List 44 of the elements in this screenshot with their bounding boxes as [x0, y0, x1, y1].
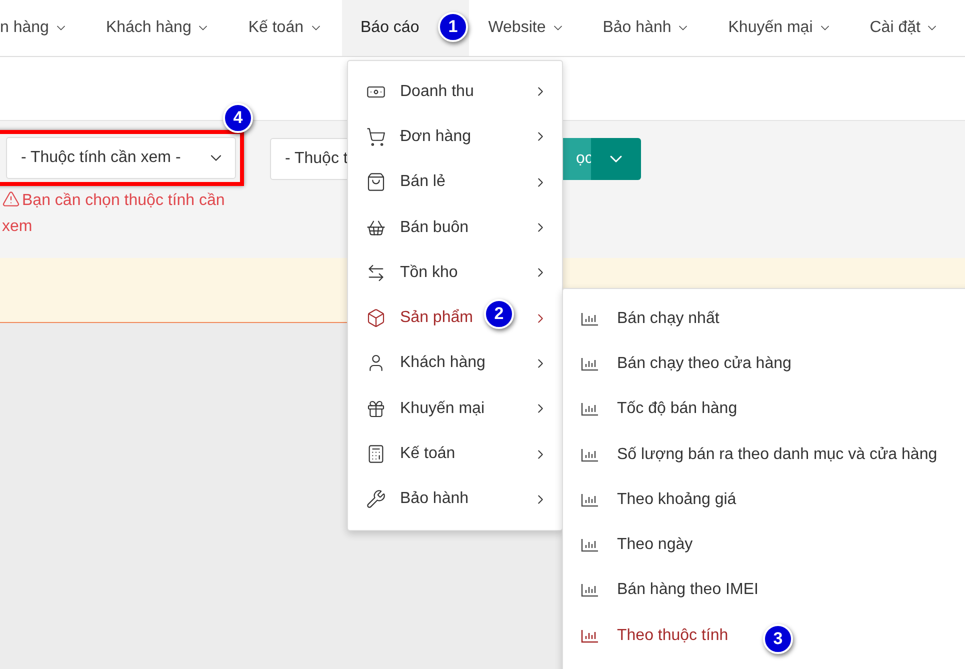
bar-chart-icon: [581, 538, 599, 552]
menu-item[interactable]: Bán chạy nhất: [617, 310, 720, 328]
error-message: Bạn cần chọn thuộc tính cần xem: [1, 189, 226, 237]
bar-chart-icon: [581, 448, 599, 462]
menu-item[interactable]: Theo ngày: [617, 536, 693, 554]
bar-chart-icon: [581, 312, 599, 326]
bar-chart-icon: [581, 628, 599, 643]
nav-item[interactable]: Khách hàng: [86, 0, 230, 56]
nav-item[interactable]: Khuyến mại: [709, 0, 851, 56]
gift-icon: [366, 398, 386, 419]
attribute-select[interactable]: - Thuộc tính cần xem -: [6, 137, 236, 179]
dropdown-toggle-button[interactable]: [591, 138, 641, 180]
menu-item[interactable]: Bán buôn: [400, 218, 469, 236]
menu-item[interactable]: Theo thuộc tính: [617, 626, 728, 645]
wrench-icon: [366, 489, 386, 510]
menu-item[interactable]: Bán lẻ: [400, 173, 446, 190]
bar-chart-icon: [581, 583, 599, 598]
menu-item[interactable]: Sản phẩm: [400, 309, 473, 326]
menu-item[interactable]: Đơn hàng: [400, 128, 471, 145]
arrows-icon: [366, 262, 386, 283]
menu-item[interactable]: Khách hàng: [400, 354, 486, 372]
menu-item[interactable]: Khuyến mại: [400, 400, 484, 417]
menu-item[interactable]: Tồn kho: [400, 264, 458, 281]
bar-chart-icon: [581, 402, 599, 416]
cart-icon: [366, 126, 386, 147]
menu-item[interactable]: Số lượng bán ra theo danh mục và cửa hàng: [617, 446, 938, 464]
calculator-icon: [366, 444, 386, 464]
nav-item[interactable]: n hàng: [0, 0, 87, 56]
menu-item[interactable]: Bán hàng theo IMEI: [617, 581, 758, 600]
bag-icon: [366, 172, 386, 192]
menu-item[interactable]: Bán chạy theo cửa hàng: [617, 354, 792, 373]
menu-item[interactable]: Doanh thu: [400, 82, 474, 100]
nav-item[interactable]: Cài đặt: [850, 0, 958, 56]
bar-chart-icon: [581, 356, 599, 371]
menu-item[interactable]: Tốc độ bán hàng: [617, 400, 738, 418]
bar-chart-icon: [581, 492, 599, 507]
menu-item[interactable]: Theo khoảng giá: [617, 490, 736, 509]
nav-item[interactable]: Kế toán: [229, 0, 342, 56]
nav-item[interactable]: Bảo hành: [584, 0, 710, 56]
menu-item[interactable]: Kế toán: [400, 445, 456, 462]
box-icon: [366, 308, 386, 328]
menu-item[interactable]: Bảo hành: [400, 490, 469, 508]
nav-item[interactable]: Website: [469, 0, 584, 56]
warning-icon: [2, 190, 20, 208]
